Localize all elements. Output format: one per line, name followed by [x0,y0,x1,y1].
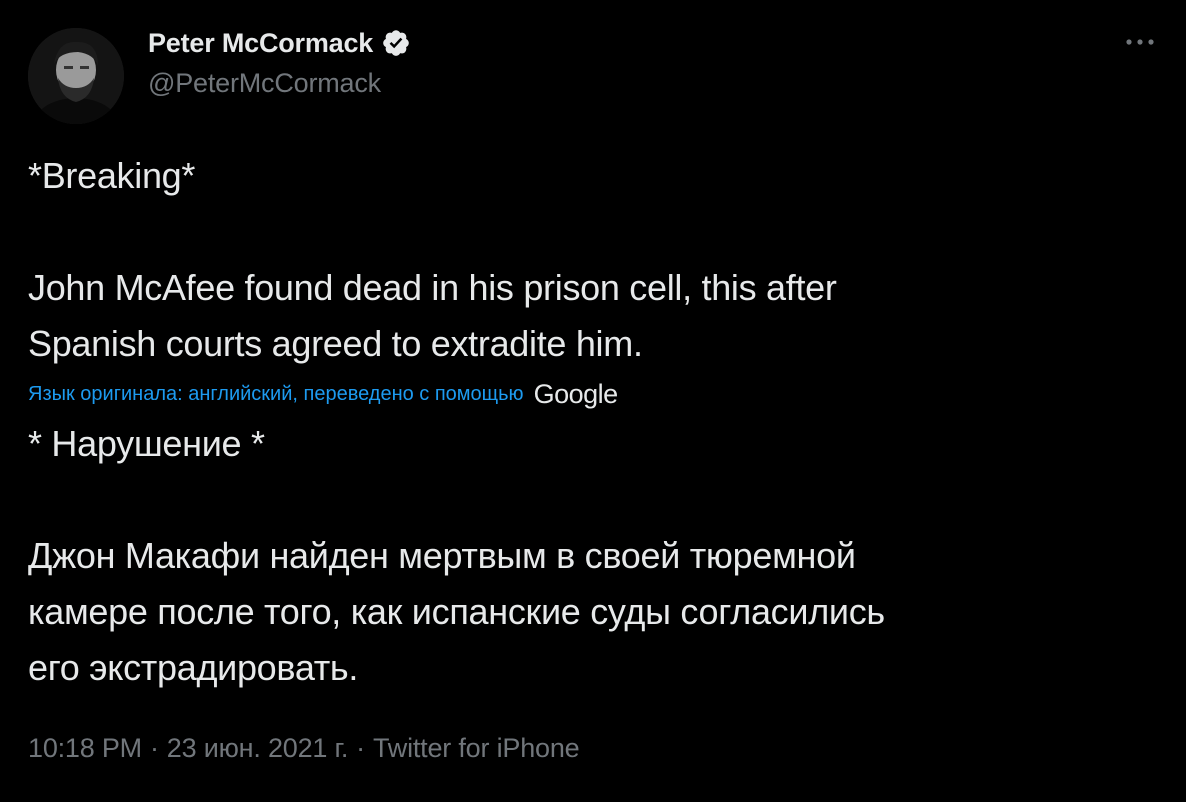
author-name[interactable]: Peter McCormack [148,28,373,59]
tweet-body: *Breaking* John McAfee found dead in his… [28,148,1158,696]
tweet-original-text: *Breaking* John McAfee found dead in his… [28,155,837,364]
author-handle[interactable]: @PeterMcCormack [148,68,411,99]
meta-separator: · [356,733,365,763]
tweet-meta: 10:18 PM · 23 июн. 2021 г. · Twitter for… [28,733,580,764]
author-block[interactable]: Peter McCormack @PeterMcCormack [148,24,411,99]
meta-separator: · [149,733,159,763]
tweet-card: Peter McCormack @PeterMcCormack *Breakin… [0,0,1186,802]
tweet-translated-text: * Нарушение * Джон Макафи найден мертвым… [28,423,885,688]
translation-attribution: Язык оригинала: английский, переведено с… [28,374,1158,414]
google-logo: Google [533,378,619,409]
author-name-row: Peter McCormack [148,24,411,62]
verified-badge-icon [381,28,411,58]
tweet-time[interactable]: 10:18 PM [28,733,142,764]
tweet-source[interactable]: Twitter for iPhone [373,733,580,764]
translation-note-link[interactable]: Язык оригинала: английский, переведено с… [28,383,524,406]
avatar[interactable] [28,28,124,124]
more-options-icon[interactable] [1122,28,1158,56]
tweet-date[interactable]: 23 июн. 2021 г. [167,733,349,764]
